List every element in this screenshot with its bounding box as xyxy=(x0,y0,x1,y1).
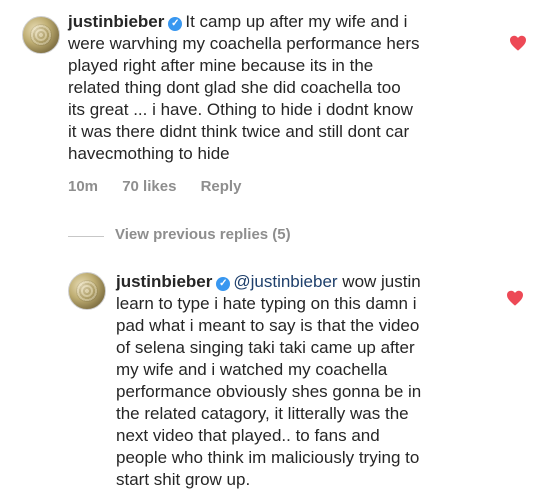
comment-2: justinbieber ✓ @justinbieber wow justin le… xyxy=(0,260,550,490)
heart-icon[interactable] xyxy=(509,35,527,51)
avatar[interactable] xyxy=(68,272,106,310)
comment-body: It camp up after my wife and i were warv… xyxy=(68,12,420,163)
reply-body-first-line: wow justin xyxy=(337,272,421,291)
mention-link[interactable]: @justinbieber xyxy=(233,272,337,291)
heart-icon[interactable] xyxy=(506,290,524,306)
reply-text: justinbieber ✓ @justinbieber wow justin le… xyxy=(116,271,516,491)
avatar[interactable] xyxy=(22,16,60,54)
verified-badge-icon: ✓ xyxy=(168,17,183,31)
thread-divider xyxy=(68,236,104,237)
comment-timestamp: 10m xyxy=(68,178,99,195)
comment-text: justinbieber ✓ It camp up after my wife an… xyxy=(68,11,508,165)
reply-body: learn to type i hate typing on this damn… xyxy=(116,294,422,489)
comment-username[interactable]: justinbieber xyxy=(68,12,164,31)
reply-username[interactable]: justinbieber xyxy=(116,272,212,291)
view-previous-replies[interactable]: View previous replies (5) xyxy=(68,226,368,246)
comment-meta: 10m 70 likes Reply xyxy=(68,178,261,195)
comment-1: justinbieber ✓ It camp up after my wife an… xyxy=(0,0,550,200)
verified-badge-icon: ✓ xyxy=(216,277,231,291)
reply-button[interactable]: Reply xyxy=(201,178,242,195)
likes-count[interactable]: 70 likes xyxy=(122,178,176,195)
view-previous-replies-label[interactable]: View previous replies (5) xyxy=(115,226,291,243)
